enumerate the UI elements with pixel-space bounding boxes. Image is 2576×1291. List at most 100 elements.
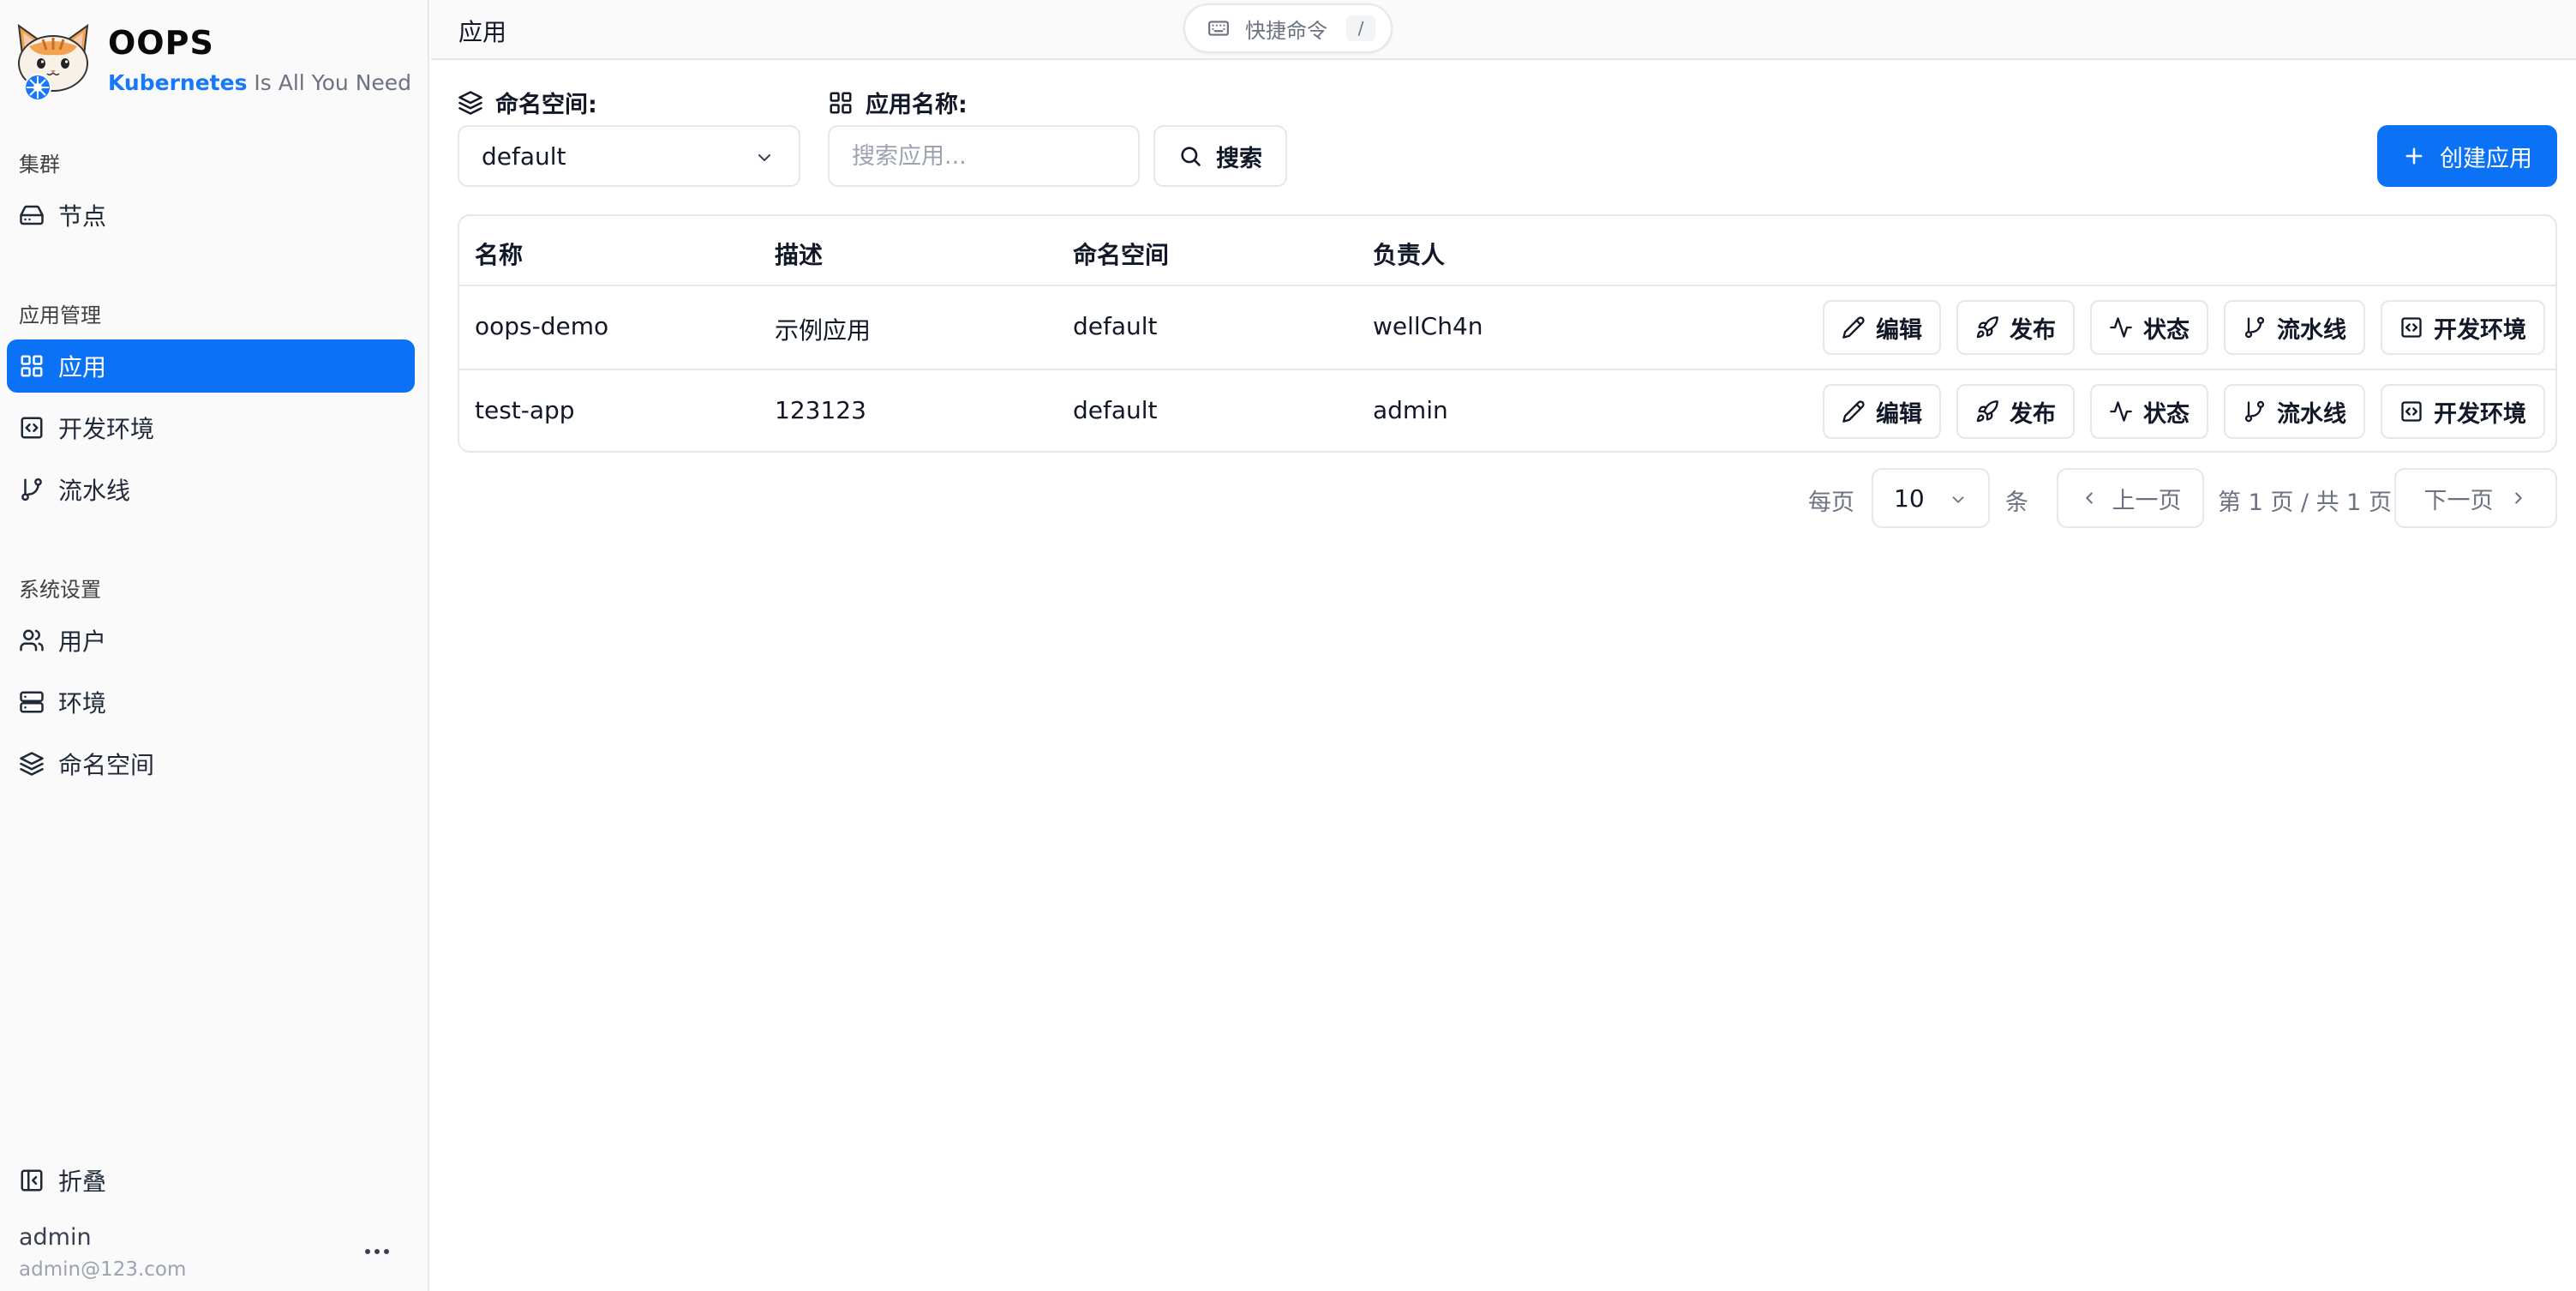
sidebar-item-environments[interactable]: 环境 — [7, 676, 415, 729]
app-namespace-cell: default — [1073, 396, 1158, 424]
deploy-label: 发布 — [2010, 400, 2056, 428]
prev-page-label: 上一页 — [2112, 487, 2182, 514]
edit-button[interactable]: 编辑 — [1823, 384, 1941, 439]
topbar: 应用 快捷命令 / — [431, 0, 2576, 60]
server-icon — [19, 689, 45, 715]
collapse-label: 折叠 — [58, 1168, 107, 1196]
app-name-cell: oops-demo — [475, 312, 609, 340]
rocket-icon — [1976, 316, 1998, 339]
sidebar-item-dev-env[interactable]: 开发环境 — [7, 401, 415, 454]
app-name-filter-label: 应用名称: — [828, 86, 967, 119]
app-description-cell: 示例应用 — [775, 316, 872, 345]
code-square-icon — [19, 415, 45, 441]
dev-env-label: 开发环境 — [2434, 400, 2526, 428]
pencil-icon — [1842, 400, 1865, 423]
create-app-label: 创建应用 — [2440, 145, 2532, 172]
app-owner-cell: admin — [1373, 396, 1448, 424]
sidebar-item-apps[interactable]: 应用 — [7, 339, 415, 393]
sidebar-item-users[interactable]: 用户 — [7, 614, 415, 667]
dev-env-button[interactable]: 开发环境 — [2381, 300, 2545, 355]
app-description-cell: 123123 — [775, 396, 866, 424]
pencil-icon — [1842, 316, 1865, 339]
sidebar-item-pipeline[interactable]: 流水线 — [7, 463, 415, 516]
pipeline-button[interactable]: 流水线 — [2224, 384, 2365, 439]
activity-icon — [2110, 401, 2132, 422]
edit-label: 编辑 — [1876, 400, 1922, 428]
next-page-label: 下一页 — [2423, 487, 2494, 514]
user-name: admin — [19, 1224, 92, 1251]
grid-icon — [19, 353, 45, 379]
page-size-select[interactable]: 10 — [1872, 468, 1990, 528]
code-square-icon — [2401, 317, 2422, 338]
group-label-system-settings: 系统设置 — [19, 578, 101, 602]
layers-icon — [19, 751, 45, 777]
dev-env-label: 开发环境 — [2434, 316, 2526, 344]
namespace-select[interactable]: default — [458, 125, 800, 187]
sidebar-item-nodes[interactable]: 节点 — [7, 189, 415, 242]
sidebar-item-label: 环境 — [58, 689, 107, 718]
status-label: 状态 — [2143, 316, 2190, 344]
app-name-cell: test-app — [475, 396, 575, 424]
chevron-left-icon — [2085, 492, 2093, 504]
column-header-owner: 负责人 — [1373, 241, 1446, 269]
row-actions: 编辑 发布 状态 流水线 开发环境 — [1823, 300, 2545, 355]
rocket-icon — [1976, 400, 1998, 423]
app-owner-cell: wellCh4n — [1373, 312, 1483, 340]
chevron-down-icon — [758, 154, 770, 161]
table-header: 名称 描述 命名空间 负责人 — [459, 216, 2555, 286]
column-header-name: 名称 — [475, 241, 524, 269]
brand[interactable]: OOPS Kubernetes Is All You Need — [10, 21, 413, 103]
column-header-namespace: 命名空间 — [1073, 241, 1170, 269]
pipeline-label: 流水线 — [2277, 400, 2346, 428]
code-square-icon — [2401, 401, 2422, 422]
hard-drive-icon — [19, 202, 45, 228]
app-title: OOPS — [108, 24, 214, 62]
sidebar-item-label: 命名空间 — [58, 751, 155, 779]
git-branch-icon — [19, 477, 45, 502]
page-title: 应用 — [458, 18, 507, 46]
sidebar-item-label: 应用 — [58, 353, 107, 381]
more-options-button[interactable] — [360, 1234, 394, 1269]
sidebar-item-label: 开发环境 — [58, 415, 155, 443]
layers-icon — [458, 90, 482, 115]
deploy-button[interactable]: 发布 — [1956, 300, 2075, 355]
git-branch-icon — [2244, 400, 2265, 423]
tagline-rest: Is All You Need — [247, 70, 412, 95]
prev-page-button[interactable]: 上一页 — [2057, 468, 2204, 528]
table-row: oops-demo 示例应用 default wellCh4n 编辑 发布 状态… — [459, 286, 2555, 370]
sidebar-item-namespaces[interactable]: 命名空间 — [7, 737, 415, 790]
app-tagline: Kubernetes Is All You Need — [108, 70, 411, 95]
search-input[interactable] — [828, 125, 1140, 187]
edit-label: 编辑 — [1876, 316, 1922, 344]
user-email: admin@123.com — [19, 1258, 187, 1281]
users-icon — [19, 627, 45, 653]
status-button[interactable]: 状态 — [2090, 384, 2208, 439]
status-button[interactable]: 状态 — [2090, 300, 2208, 355]
edit-button[interactable]: 编辑 — [1823, 300, 1941, 355]
next-page-button[interactable]: 下一页 — [2394, 468, 2557, 528]
sidebar-item-label: 流水线 — [58, 477, 131, 505]
search-button-label: 搜索 — [1216, 145, 1262, 172]
app-namespace-cell: default — [1073, 312, 1158, 340]
plus-icon — [2405, 147, 2423, 165]
table-row: test-app 123123 default admin 编辑 发布 状态 流… — [459, 370, 2555, 451]
sidebar: OOPS Kubernetes Is All You Need 集群 节点 应用… — [0, 0, 429, 1291]
command-palette-button[interactable]: 快捷命令 / — [1183, 3, 1393, 53]
apps-table: 名称 描述 命名空间 负责人 oops-demo 示例应用 default we… — [458, 214, 2557, 453]
column-header-description: 描述 — [775, 241, 824, 269]
grid-icon — [830, 92, 852, 113]
keyboard-icon — [1208, 21, 1229, 36]
group-label-cluster: 集群 — [19, 153, 60, 177]
dev-env-button[interactable]: 开发环境 — [2381, 384, 2545, 439]
deploy-button[interactable]: 发布 — [1956, 384, 2075, 439]
pipeline-label: 流水线 — [2277, 316, 2346, 344]
command-shortcut-key: / — [1346, 15, 1375, 41]
collapse-sidebar-button[interactable]: 折叠 — [7, 1154, 415, 1207]
group-label-app-management: 应用管理 — [19, 303, 101, 327]
search-button[interactable]: 搜索 — [1153, 125, 1287, 187]
pipeline-button[interactable]: 流水线 — [2224, 300, 2365, 355]
create-app-button[interactable]: 创建应用 — [2377, 125, 2557, 187]
namespace-selected-value: default — [482, 141, 566, 171]
ellipsis-icon — [365, 1249, 389, 1254]
command-label: 快捷命令 — [1245, 18, 1327, 43]
